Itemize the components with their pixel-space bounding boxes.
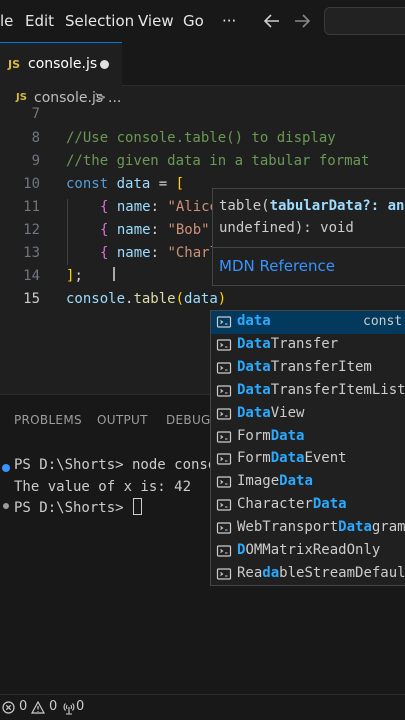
error-count: 0 (19, 699, 28, 714)
variable-icon (216, 568, 232, 580)
line-number-active: 15 (23, 291, 40, 307)
menu-selection[interactable]: Selection (65, 12, 134, 30)
suggestion-label: FormDataEvent (237, 450, 347, 467)
variable-icon (216, 476, 232, 488)
suggestion-label: DataTransfer (237, 335, 339, 352)
back-arrow-icon[interactable] (263, 12, 281, 30)
suggestion-label: CharacterData (237, 496, 347, 513)
suggestion-label: FormData (237, 427, 305, 444)
variable-icon (216, 362, 232, 374)
command-pending-dot-icon[interactable] (3, 503, 9, 509)
variable-icon (216, 407, 232, 420)
line-number: 12 (23, 222, 40, 238)
error-icon (2, 701, 15, 714)
line-number: 9 (31, 153, 40, 169)
code-line-13: { name: "Charl (100, 245, 219, 261)
menu-edit[interactable]: Edit (25, 12, 54, 30)
warning-count: 0 (49, 699, 58, 714)
command-success-dot-icon[interactable] (2, 464, 10, 472)
divider (213, 247, 405, 248)
code-line-11: { name: "Alice (100, 199, 219, 215)
suggestion-item[interactable]: DataTransferItem (211, 357, 405, 380)
line-number: 11 (23, 199, 40, 215)
suggestion-item[interactable]: data const d (211, 311, 405, 334)
code-line-9: //the given data in a tabular format (66, 153, 370, 169)
terminal-line: The value of x is: 42 (14, 479, 192, 495)
suggestion-detail: const d (363, 314, 403, 329)
line-number: 8 (31, 130, 40, 146)
line-number: 13 (23, 245, 40, 261)
tab-problems[interactable]: PROBLEMS (14, 413, 82, 427)
suggestion-item[interactable]: CharacterData (211, 494, 405, 517)
suggestion-item[interactable]: DataTransferItemList (211, 380, 405, 403)
breadcrumb-file[interactable]: console.js (34, 90, 103, 106)
suggest-widget: data const d DataTransfer DataTransferItem D… (210, 310, 405, 586)
line-number: 10 (23, 176, 40, 192)
variable-icon (216, 499, 232, 511)
terminal-prompt-line: PS D:\Shorts> (14, 498, 143, 516)
suggestion-item[interactable]: WebTransportDatagramD (211, 517, 405, 540)
chevron-right-icon: > (94, 88, 107, 106)
suggestion-item[interactable]: DOMMatrixReadOnly (211, 540, 405, 563)
menu-bar: le Edit Selection View Go ··· (0, 0, 405, 42)
variable-icon (216, 339, 232, 351)
suggestion-item[interactable]: DataView (211, 403, 405, 426)
menu-go[interactable]: Go (183, 12, 204, 30)
tab-bar: JS console.js (0, 42, 405, 86)
suggestion-label: data (237, 313, 271, 329)
suggestion-item[interactable]: FormDataEvent (211, 448, 405, 471)
code-line-12: { name: "Bob", (100, 222, 218, 238)
menu-file[interactable]: le (0, 12, 13, 30)
javascript-file-icon: JS (16, 92, 27, 103)
suggestion-label: DataTransferItem (237, 358, 372, 375)
menu-view[interactable]: View (138, 12, 174, 30)
code-line-8: //Use console.table() to display (66, 130, 336, 146)
antenna-icon (63, 703, 75, 715)
menu-more[interactable]: ··· (222, 12, 236, 30)
suggestion-label: DataTransferItemList (237, 381, 405, 398)
breadcrumb: JS console.js > ... (0, 86, 405, 112)
line-number: 14 (23, 268, 40, 284)
suggestion-label: ReadableStreamDefault (237, 564, 405, 581)
suggestion-item[interactable]: FormData (211, 426, 405, 449)
suggestion-label: DOMMatrixReadOnly (237, 542, 381, 558)
line-number: 7 (31, 106, 40, 122)
variable-icon (216, 453, 232, 465)
variable-icon (216, 385, 232, 397)
suggestion-label: WebTransportDatagramD (237, 519, 405, 536)
tab-console-js[interactable]: JS console.js (0, 42, 122, 86)
suggestion-label: ImageData (237, 473, 313, 490)
code-line-14: ]; (66, 268, 83, 284)
javascript-file-icon: JS (8, 58, 21, 71)
mdn-reference-link[interactable]: MDN Reference (219, 257, 335, 275)
status-bar: 0 0 0 (0, 694, 405, 720)
suggestion-item[interactable]: ReadableStreamDefault (211, 563, 405, 586)
parameter-hint-widget: table(tabularData?: any undefined): void… (212, 188, 405, 286)
command-center-search[interactable] (324, 7, 405, 35)
tab-label: console.js (28, 56, 98, 72)
function-signature: table(tabularData?: any undefined): void (219, 198, 405, 236)
suggestion-item[interactable]: DataTransfer (211, 334, 405, 357)
forward-arrow-icon[interactable] (293, 12, 311, 30)
warning-icon (31, 701, 45, 714)
ports-count: 0 (76, 699, 85, 714)
suggestion-item[interactable]: ImageData (211, 471, 405, 494)
code-line-15: console.table(data) (66, 291, 227, 307)
mouse-ibeam-cursor (113, 267, 115, 281)
tab-output[interactable]: OUTPUT (97, 413, 148, 427)
breadcrumb-symbol[interactable]: ... (108, 90, 121, 106)
unsaved-dot-icon[interactable] (100, 60, 109, 69)
indent-guide (67, 199, 68, 265)
terminal-line: PS D:\Shorts> node console (14, 457, 234, 473)
terminal-cursor (133, 498, 143, 515)
variable-icon (216, 545, 232, 557)
suggestion-label: DataView (237, 404, 305, 421)
code-line-10: const data = [ (66, 176, 185, 192)
variable-icon (216, 316, 232, 328)
variable-icon (216, 430, 232, 443)
variable-icon (216, 522, 232, 534)
